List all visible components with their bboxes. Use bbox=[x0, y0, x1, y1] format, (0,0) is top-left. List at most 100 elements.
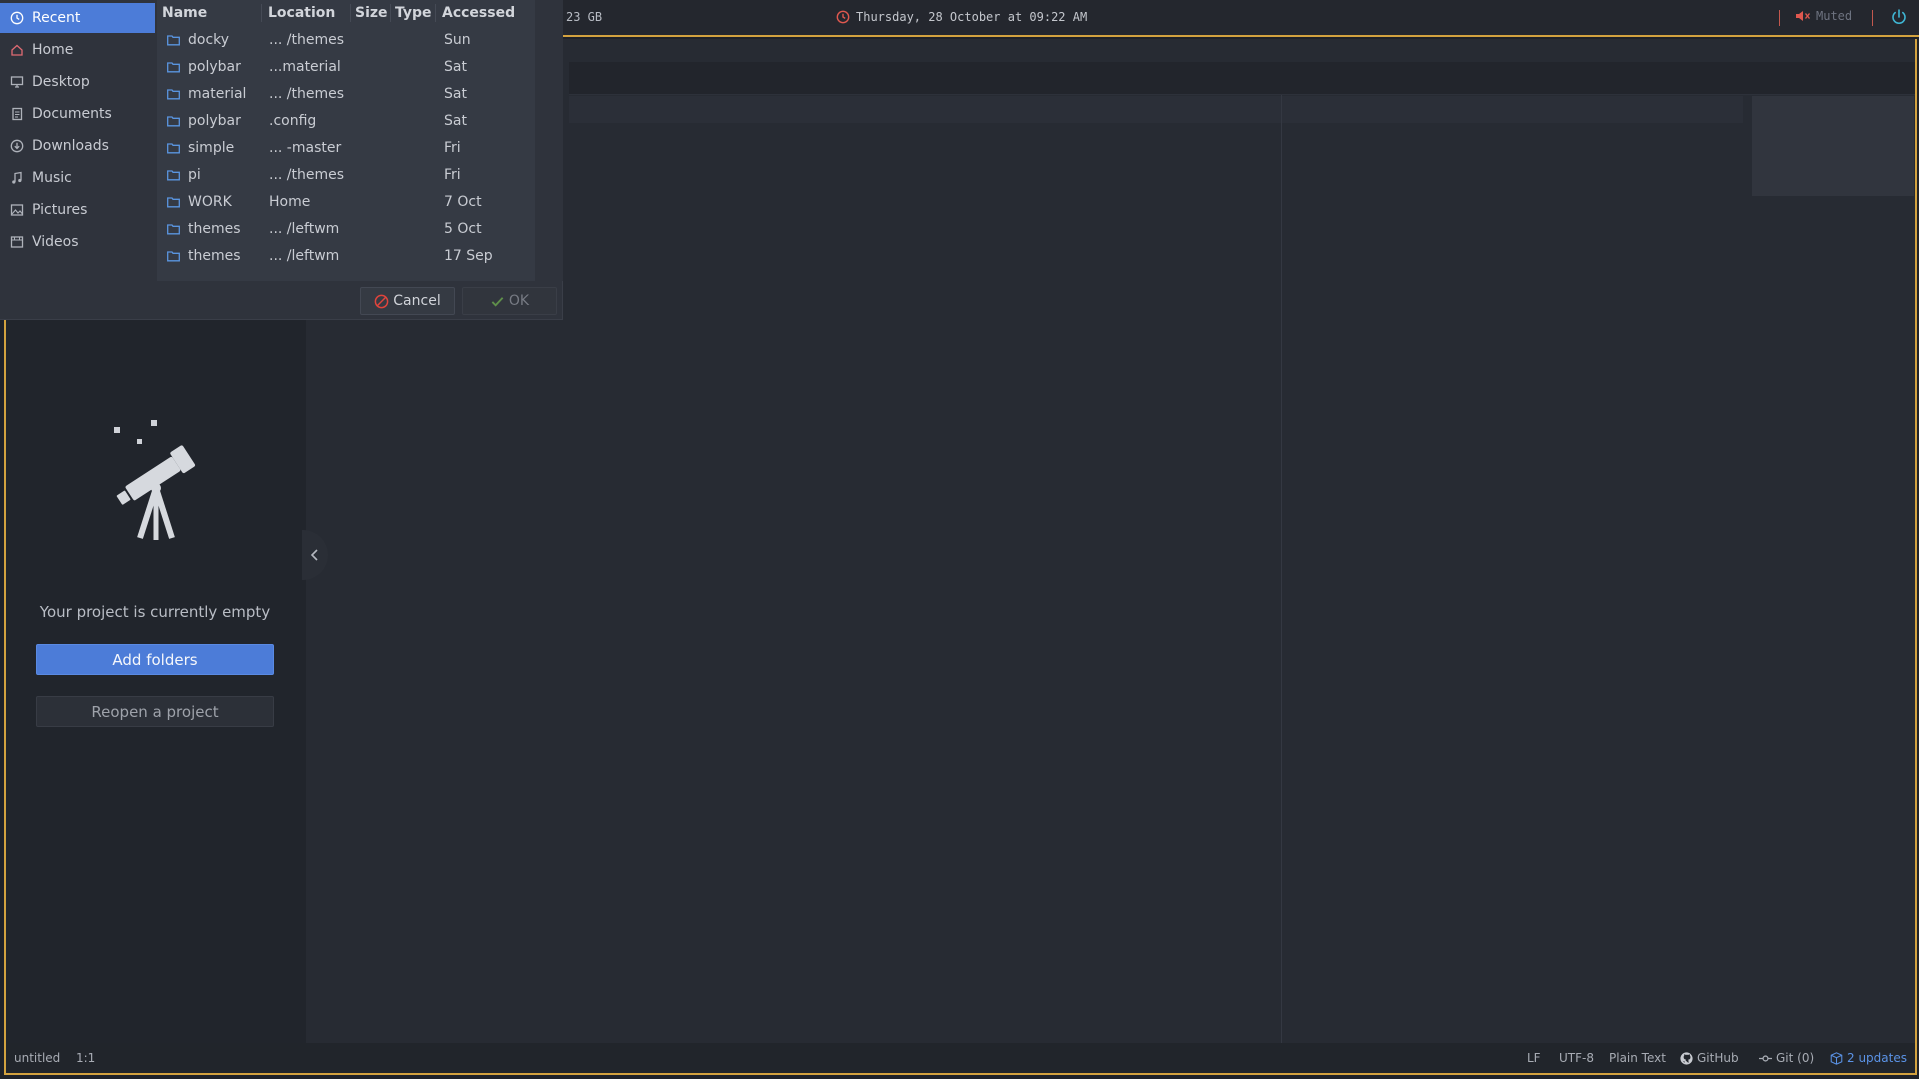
file-location: ... -master bbox=[269, 140, 342, 156]
status-file-name[interactable]: untitled bbox=[14, 1051, 60, 1065]
clock-widget[interactable]: Thursday, 28 October at 09:22 AM bbox=[836, 10, 1087, 24]
status-git[interactable]: Git (0) bbox=[1759, 1051, 1814, 1065]
file-row[interactable]: pi ... /themes Fri bbox=[157, 162, 535, 189]
file-name: polybar bbox=[188, 113, 241, 129]
file-accessed: Fri bbox=[444, 140, 461, 156]
file-name: material bbox=[188, 86, 247, 102]
file-row[interactable]: simple ... -master Fri bbox=[157, 135, 535, 162]
status-grammar[interactable]: Plain Text bbox=[1609, 1051, 1666, 1065]
status-line-ending[interactable]: LF bbox=[1527, 1051, 1541, 1065]
ok-button[interactable]: OK bbox=[462, 287, 557, 315]
status-encoding[interactable]: UTF-8 bbox=[1559, 1051, 1594, 1065]
file-list[interactable]: Name Location Size Type Accessed docky .… bbox=[157, 0, 535, 281]
wrap-guide bbox=[1281, 95, 1282, 1043]
place-recent[interactable]: Recent bbox=[0, 3, 155, 33]
file-location: ... /leftwm bbox=[269, 248, 340, 264]
place-pictures[interactable]: Pictures bbox=[0, 195, 155, 225]
place-videos[interactable]: Videos bbox=[0, 227, 155, 257]
file-accessed: Fri bbox=[444, 167, 461, 183]
cursor-line-highlight bbox=[569, 96, 1743, 123]
column-size[interactable]: Size bbox=[355, 5, 388, 21]
column-divider bbox=[350, 4, 351, 22]
column-divider bbox=[435, 4, 436, 22]
folder-icon bbox=[167, 116, 180, 127]
updates-label: 2 updates bbox=[1847, 1051, 1907, 1065]
file-location: Home bbox=[269, 194, 311, 210]
file-row[interactable]: material ... /themes Sat bbox=[157, 81, 535, 108]
file-row[interactable]: themes ... /leftwm 17 Sep bbox=[157, 243, 535, 270]
file-location: ... /themes bbox=[269, 32, 345, 48]
file-list-scrollbar[interactable] bbox=[535, 0, 563, 281]
place-documents[interactable]: Documents bbox=[0, 99, 155, 129]
add-folders-button[interactable]: Add folders bbox=[36, 644, 274, 675]
column-divider bbox=[390, 4, 391, 22]
file-accessed: Sat bbox=[444, 86, 467, 102]
file-row[interactable]: themes ... /leftwm 5 Oct bbox=[157, 216, 535, 243]
package-icon bbox=[1830, 1051, 1843, 1065]
file-accessed: 17 Sep bbox=[444, 248, 493, 264]
status-github[interactable]: GitHub bbox=[1680, 1051, 1739, 1065]
topbar-separator bbox=[1872, 10, 1873, 26]
git-commit-icon bbox=[1759, 1054, 1772, 1062]
file-name: themes bbox=[188, 248, 241, 264]
folder-icon bbox=[167, 251, 180, 262]
minimap[interactable] bbox=[1752, 96, 1914, 196]
file-accessed: Sun bbox=[444, 32, 471, 48]
folder-icon bbox=[167, 35, 180, 46]
status-cursor-position[interactable]: 1:1 bbox=[76, 1051, 95, 1065]
column-location[interactable]: Location bbox=[268, 5, 335, 21]
column-name[interactable]: Name bbox=[162, 5, 207, 21]
file-location: ... /themes bbox=[269, 167, 345, 183]
telescope-icon bbox=[114, 420, 196, 540]
file-name: simple bbox=[188, 140, 235, 156]
folder-icon bbox=[167, 197, 180, 208]
place-label: Music bbox=[32, 170, 72, 186]
volume-status: Muted bbox=[1816, 9, 1853, 23]
place-label: Desktop bbox=[32, 74, 90, 90]
status-updates[interactable]: 2 updates bbox=[1830, 1051, 1907, 1065]
file-accessed: 7 Oct bbox=[444, 194, 482, 210]
home-icon bbox=[11, 44, 23, 56]
power-icon[interactable] bbox=[1890, 8, 1908, 26]
file-row[interactable]: polybar .config Sat bbox=[157, 108, 535, 135]
clock-icon bbox=[10, 11, 24, 25]
column-type[interactable]: Type bbox=[395, 5, 432, 21]
file-name: WORK bbox=[188, 194, 232, 210]
clock-icon bbox=[836, 10, 850, 24]
place-home[interactable]: Home bbox=[0, 35, 155, 65]
folder-icon bbox=[167, 143, 180, 154]
cancel-button[interactable]: Cancel bbox=[360, 287, 455, 315]
file-row[interactable]: polybar ...material Sat bbox=[157, 54, 535, 81]
place-downloads[interactable]: Downloads bbox=[0, 131, 155, 161]
documents-icon bbox=[12, 107, 23, 121]
folder-icon bbox=[167, 62, 180, 73]
column-accessed[interactable]: Accessed bbox=[442, 5, 515, 21]
github-label: GitHub bbox=[1697, 1051, 1739, 1065]
tab-bar[interactable] bbox=[569, 62, 1915, 95]
music-icon bbox=[12, 171, 22, 184]
git-label: Git (0) bbox=[1776, 1051, 1815, 1065]
place-music[interactable]: Music bbox=[0, 163, 155, 193]
github-icon bbox=[1680, 1051, 1693, 1065]
file-name: pi bbox=[188, 167, 201, 183]
empty-project-message: Your project is currently empty bbox=[39, 603, 271, 621]
place-label: Documents bbox=[32, 106, 112, 122]
place-label: Downloads bbox=[32, 138, 109, 154]
place-desktop[interactable]: Desktop bbox=[0, 67, 155, 97]
file-row[interactable]: WORK Home 7 Oct bbox=[157, 189, 535, 216]
file-location: ... /themes bbox=[269, 86, 345, 102]
cancel-label: Cancel bbox=[393, 293, 441, 309]
file-name: docky bbox=[188, 32, 230, 48]
download-icon bbox=[10, 139, 24, 153]
reopen-project-button[interactable]: Reopen a project bbox=[36, 696, 274, 727]
ok-label: OK bbox=[508, 293, 530, 309]
volume-muted-icon bbox=[1796, 11, 1811, 21]
volume-widget[interactable]: Muted bbox=[1795, 9, 1852, 23]
status-bar: untitled 1:1 LF UTF-8 Plain Text GitHub … bbox=[6, 1043, 1915, 1073]
column-headers: Name Location Size Type Accessed bbox=[157, 0, 535, 26]
chevron-left-icon bbox=[310, 549, 318, 561]
datetime-text: Thursday, 28 October at 09:22 AM bbox=[856, 10, 1088, 24]
file-location: .config bbox=[269, 113, 317, 129]
file-row[interactable]: docky ... /themes Sun bbox=[157, 27, 535, 54]
file-name: polybar bbox=[188, 59, 241, 75]
